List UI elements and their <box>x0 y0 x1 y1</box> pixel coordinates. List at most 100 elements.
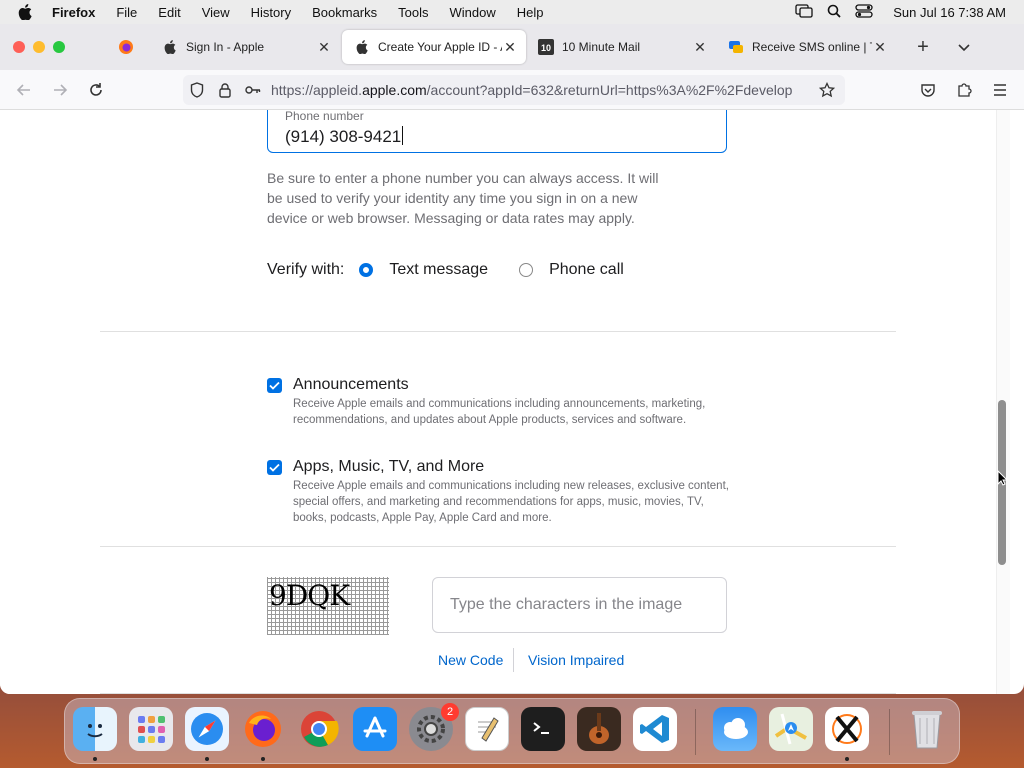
tab-sign-in-apple[interactable]: Sign In - Apple ✕ <box>150 30 340 64</box>
announcements-title[interactable]: Announcements <box>293 376 409 394</box>
zoom-window-button[interactable] <box>53 41 65 53</box>
mouse-pointer-icon <box>997 469 1009 491</box>
textedit-icon[interactable] <box>465 707 509 751</box>
captcha-image: 9DQK <box>267 577 389 635</box>
apps-music-tv-checkbox[interactable] <box>267 460 282 475</box>
firefox-view-icon[interactable] <box>118 39 134 55</box>
url-path: /account?appId=632&returnUrl=https%3A%2F… <box>426 82 793 98</box>
maps-icon[interactable] <box>769 707 813 751</box>
section-divider <box>100 546 896 547</box>
running-indicator <box>205 757 209 761</box>
running-indicator <box>261 757 265 761</box>
tab-10-minute-mail[interactable]: 10 10 Minute Mail ✕ <box>526 30 716 64</box>
announcements-checkbox[interactable] <box>267 378 282 393</box>
list-all-tabs-icon[interactable] <box>956 39 972 55</box>
page-content: Phone number (914) 308-9421 Be sure to e… <box>0 110 996 694</box>
apple-menu-icon[interactable] <box>18 4 34 20</box>
app-store-icon[interactable] <box>353 707 397 751</box>
hamburger-menu-icon[interactable] <box>991 81 1009 99</box>
browser-window: Sign In - Apple ✕ Create Your Apple ID -… <box>0 24 1024 694</box>
checkmark-icon <box>269 463 280 472</box>
svg-text:10: 10 <box>541 43 551 53</box>
captcha-image-text: 9DQK <box>269 579 350 612</box>
spotlight-search-icon[interactable] <box>827 4 841 21</box>
tab-label: Receive SMS online | Ter <box>752 40 872 54</box>
phone-number-input[interactable]: (914) 308-9421 <box>285 126 404 147</box>
menu-app-name[interactable]: Firefox <box>52 5 95 20</box>
menu-help[interactable]: Help <box>517 5 544 20</box>
menu-bar: Firefox File Edit View History Bookmarks… <box>0 0 1024 24</box>
verify-with-label: Verify with: <box>267 261 345 278</box>
back-arrow-icon[interactable] <box>15 81 33 99</box>
verify-with-group: Verify with: Text message Phone call <box>267 260 624 280</box>
apple-icon <box>354 39 370 55</box>
tab-create-apple-id[interactable]: Create Your Apple ID - Ap ✕ <box>342 30 526 64</box>
close-tab-icon[interactable]: ✕ <box>692 39 708 55</box>
url-text[interactable]: https://appleid.apple.com/account?appId=… <box>271 82 811 98</box>
text-message-radio[interactable] <box>359 263 374 277</box>
link-separator <box>513 648 514 672</box>
new-tab-icon[interactable]: + <box>914 37 932 57</box>
reload-icon[interactable] <box>87 81 105 99</box>
system-settings-icon[interactable]: 2 <box>409 703 459 751</box>
url-prefix: https://appleid. <box>271 82 363 98</box>
section-divider <box>100 693 896 694</box>
apps-music-tv-title[interactable]: Apps, Music, TV, and More <box>293 458 484 476</box>
address-bar[interactable]: https://appleid.apple.com/account?appId=… <box>183 75 845 105</box>
close-tab-icon[interactable]: ✕ <box>502 39 518 55</box>
menu-window[interactable]: Window <box>450 5 496 20</box>
phone-call-radio[interactable] <box>519 263 534 277</box>
text-caret <box>402 126 404 145</box>
menu-edit[interactable]: Edit <box>158 5 180 20</box>
captcha-input-field[interactable] <box>432 577 727 633</box>
permissions-key-icon[interactable] <box>245 82 261 98</box>
window-controls <box>13 41 65 53</box>
launchpad-icon[interactable] <box>129 707 173 751</box>
lock-icon[interactable] <box>217 82 233 98</box>
close-window-button[interactable] <box>13 41 25 53</box>
menu-bookmarks[interactable]: Bookmarks <box>312 5 377 20</box>
weather-icon[interactable] <box>713 707 757 751</box>
sms-icon <box>728 39 744 55</box>
safari-icon[interactable] <box>185 707 229 751</box>
phone-number-field[interactable]: Phone number (914) 308-9421 <box>267 110 727 153</box>
dock: 2 <box>64 698 960 764</box>
menu-history[interactable]: History <box>251 5 291 20</box>
tab-receive-sms[interactable]: Receive SMS online | Ter ✕ <box>716 30 896 64</box>
close-tab-icon[interactable]: ✕ <box>316 39 332 55</box>
url-domain: apple.com <box>362 82 427 98</box>
bookmark-star-icon[interactable] <box>819 82 835 98</box>
terminal-icon[interactable] <box>521 707 565 751</box>
pocket-icon[interactable] <box>919 81 937 99</box>
xquartz-icon[interactable] <box>825 707 869 751</box>
forward-arrow-icon[interactable] <box>51 81 69 99</box>
apps-music-tv-description: Receive Apple emails and communications … <box>293 480 729 524</box>
control-center-icon[interactable] <box>855 3 873 21</box>
vision-impaired-link[interactable]: Vision Impaired <box>528 652 624 668</box>
apple-icon <box>162 39 178 55</box>
phone-call-label[interactable]: Phone call <box>549 261 624 279</box>
menu-view[interactable]: View <box>202 5 230 20</box>
tab-label: Create Your Apple ID - Ap <box>378 40 502 54</box>
dock-separator <box>889 709 890 755</box>
dock-separator <box>695 709 696 755</box>
announcements-description: Receive Apple emails and communications … <box>293 398 706 426</box>
chrome-icon[interactable] <box>297 707 341 751</box>
tracking-protection-shield-icon[interactable] <box>189 82 205 98</box>
menu-clock[interactable]: Sun Jul 16 7:38 AM <box>893 5 1006 20</box>
menu-file[interactable]: File <box>116 5 137 20</box>
captcha-input[interactable] <box>433 578 726 632</box>
firefox-icon[interactable] <box>241 707 285 751</box>
finder-icon[interactable] <box>73 707 117 751</box>
trash-icon[interactable] <box>905 707 949 751</box>
extensions-puzzle-icon[interactable] <box>955 81 973 99</box>
screen-mirroring-icon[interactable] <box>795 3 813 21</box>
minimize-window-button[interactable] <box>33 41 45 53</box>
text-message-label[interactable]: Text message <box>389 261 488 279</box>
vscode-icon[interactable] <box>633 707 677 751</box>
menu-tools[interactable]: Tools <box>398 5 428 20</box>
close-tab-icon[interactable]: ✕ <box>872 39 888 55</box>
running-indicator <box>845 757 849 761</box>
new-code-link[interactable]: New Code <box>438 652 503 668</box>
instruments-icon[interactable] <box>577 707 621 751</box>
